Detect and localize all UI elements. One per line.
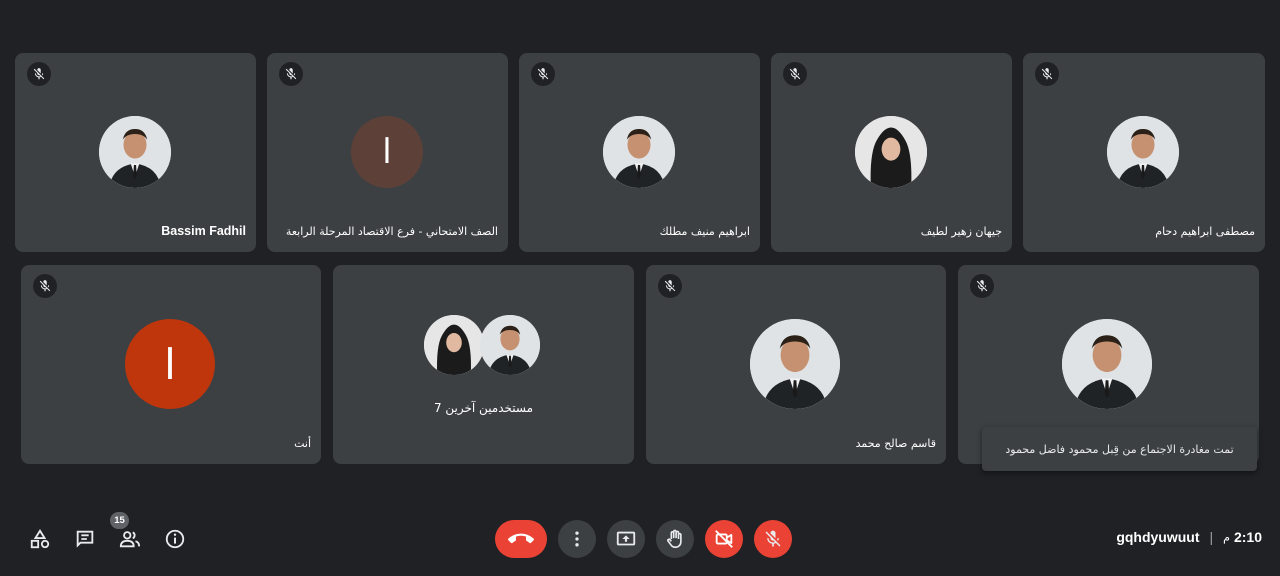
chat-icon[interactable] [73,527,97,551]
more-options-button[interactable] [558,520,596,558]
participant-name: الصف الامتحاني - فرع الاقتصاد المرحلة ال… [285,225,498,238]
people-icon[interactable] [118,527,142,551]
meeting-time: 2:10 [1233,529,1262,545]
info-icon[interactable] [163,527,187,551]
end-call-button[interactable] [495,520,547,558]
participant-tile[interactable]: ابراهيم منيف مطلك [519,53,760,252]
participant-name: مصطفى ابراهيم دحام [1155,225,1255,238]
participant-tile[interactable]: مصطفى ابراهيم دحام [1023,53,1265,252]
activities-icon[interactable] [28,527,52,551]
participant-tile[interactable]: جيهان زهير لطيف [771,53,1012,252]
mic-off-icon [658,274,682,298]
avatar [480,315,540,375]
others-group-tile[interactable]: 7 مستخدمين آخرين [333,265,634,464]
mic-off-icon [27,62,51,86]
participant-name: Bassim Fadhil [161,224,246,238]
avatar [1107,116,1179,188]
participant-count-badge: 15 [110,512,129,529]
avatar: ا [125,319,215,409]
mic-off-icon [531,62,555,86]
avatar [855,116,927,188]
mic-off-icon [33,274,57,298]
participant-tile[interactable]: قاسم صالح محمد [646,265,946,464]
notification-toast: تمت مغادرة الاجتماع من قِبل محمود فاضل م… [982,427,1257,471]
avatar [99,116,171,188]
mic-off-button[interactable] [754,520,792,558]
avatar [424,315,484,375]
avatar [603,116,675,188]
avatar: ا [351,116,423,188]
time-period: م [1223,531,1230,544]
mic-off-icon [970,274,994,298]
participant-name: قاسم صالح محمد [855,437,936,450]
mic-off-icon [783,62,807,86]
participant-name: أنت [294,437,311,450]
meeting-code: gqhdyuwuut [1116,529,1200,545]
avatar [750,319,840,409]
meeting-info-separator: | [1209,529,1214,545]
camera-off-button[interactable] [705,520,743,558]
meeting-info: gqhdyuwuut | م 2:10 [1116,529,1262,545]
others-count-label: 7 مستخدمين آخرين [433,401,534,415]
present-screen-button[interactable] [607,520,645,558]
participant-tile[interactable]: Bassim Fadhil [15,53,256,252]
raise-hand-button[interactable] [656,520,694,558]
participant-name: جيهان زهير لطيف [920,225,1002,238]
participant-name: ابراهيم منيف مطلك [659,225,750,238]
participant-tile[interactable]: ا الصف الامتحاني - فرع الاقتصاد المرحلة … [267,53,508,252]
participant-tile-self[interactable]: ا أنت [21,265,321,464]
mic-off-icon [279,62,303,86]
mic-off-icon [1035,62,1059,86]
avatar [1062,319,1152,409]
